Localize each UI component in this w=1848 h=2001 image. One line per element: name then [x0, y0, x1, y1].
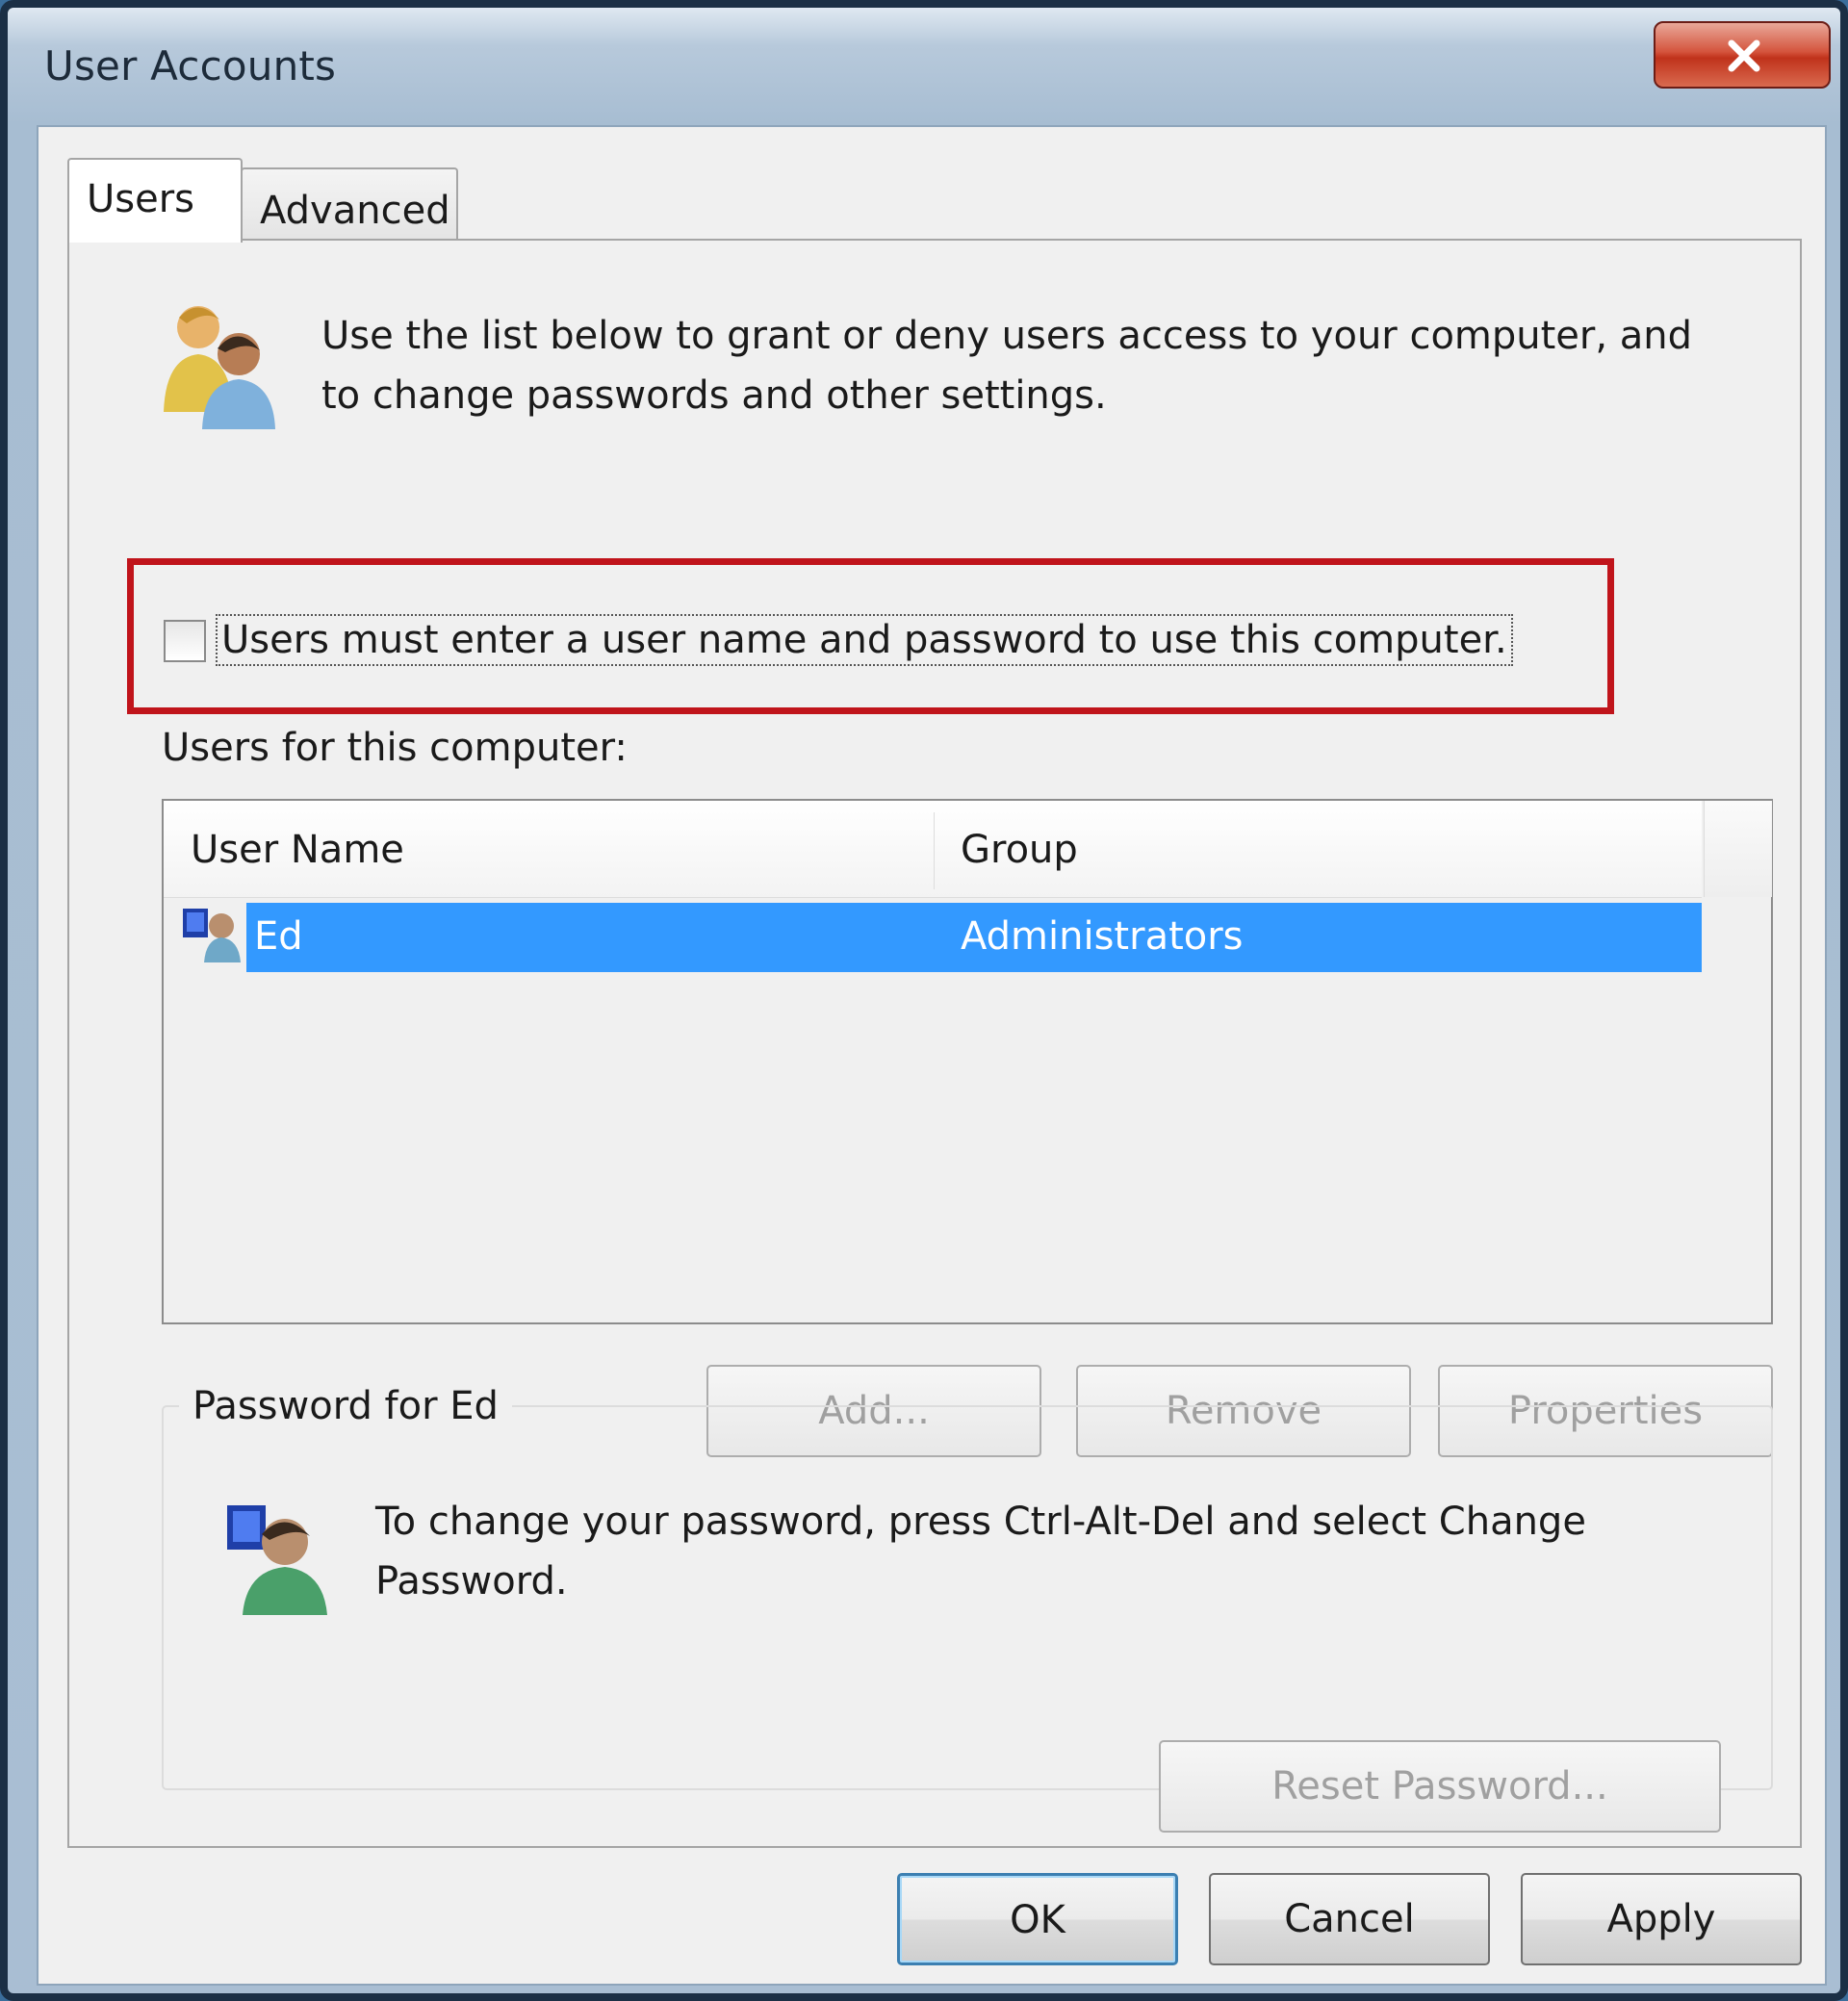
- apply-button[interactable]: Apply: [1521, 1873, 1802, 1965]
- list-header: User Name Group: [164, 801, 1702, 898]
- close-icon: [1728, 39, 1760, 72]
- users-listview[interactable]: User Name Group Ed Administrators: [162, 799, 1773, 1324]
- ok-button[interactable]: OK: [897, 1873, 1178, 1965]
- reset-password-button[interactable]: Reset Password...: [1159, 1740, 1721, 1833]
- close-button[interactable]: [1654, 21, 1831, 89]
- password-help-text: To change your password, press Ctrl-Alt-…: [375, 1500, 1586, 1603]
- user-account-icon: [183, 909, 241, 962]
- column-header-group[interactable]: Group: [961, 828, 1078, 872]
- user-accounts-window: User Accounts Users Advanced Use the lis…: [0, 0, 1848, 2001]
- cell-user-name: Ed: [254, 914, 303, 959]
- tab-users[interactable]: Users: [67, 158, 243, 243]
- dialog-client-area: Users Advanced Use the list below to gra…: [37, 125, 1827, 1986]
- require-login-label[interactable]: Users must enter a user name and passwor…: [216, 614, 1513, 666]
- users-list-label: Users for this computer:: [162, 726, 628, 770]
- users-tab-panel: Use the list below to grant or deny user…: [67, 239, 1802, 1848]
- cell-group: Administrators: [961, 914, 1244, 959]
- password-groupbox-title: Password for Ed: [179, 1384, 512, 1428]
- intro-text: Use the list below to grant or deny user…: [321, 314, 1693, 418]
- column-header-user-name[interactable]: User Name: [191, 828, 404, 872]
- column-separator[interactable]: [934, 812, 935, 889]
- users-group-icon: [164, 306, 275, 429]
- cancel-button[interactable]: Cancel: [1209, 1873, 1490, 1965]
- require-login-checkbox[interactable]: [164, 620, 206, 662]
- window-title: User Accounts: [44, 42, 337, 90]
- header-filler: [1704, 801, 1772, 897]
- user-password-icon: [227, 1505, 327, 1615]
- tab-advanced[interactable]: Advanced: [241, 167, 458, 244]
